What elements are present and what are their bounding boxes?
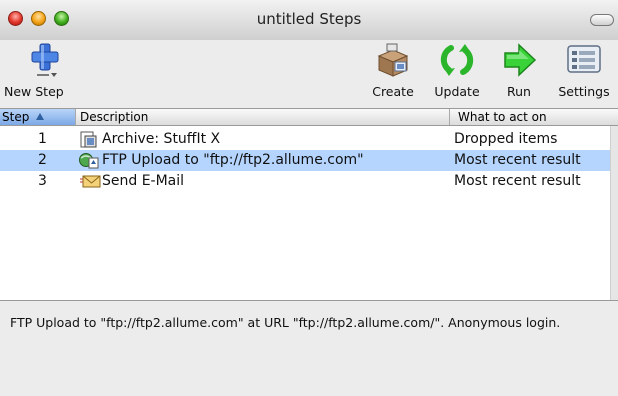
sort-ascending-icon — [36, 113, 45, 120]
steps-table: 1 Archive: StuffIt X Dropped items 2 FTP… — [0, 126, 610, 300]
step-target: Most recent result — [454, 173, 581, 189]
step-target: Dropped items — [454, 131, 558, 147]
step-description: Archive: StuffIt X — [102, 131, 221, 147]
window-title: untitled Steps — [256, 10, 362, 28]
table-scrollbar[interactable] — [610, 126, 618, 300]
update-button[interactable]: Update — [430, 42, 484, 99]
create-package-icon — [373, 42, 413, 78]
toolbar: New Step Create Update Run Settings — [0, 40, 618, 108]
step-description: Send E-Mail — [102, 173, 185, 189]
run-arrow-icon — [499, 42, 539, 78]
create-label: Create — [372, 84, 414, 99]
steps-table-header: Step Description What to act on — [0, 108, 618, 126]
toolbar-toggle-button[interactable] — [590, 14, 614, 26]
email-icon — [80, 174, 102, 196]
column-header-target[interactable]: What to act on — [450, 109, 618, 125]
title-bar[interactable]: untitled Steps — [0, 0, 618, 41]
column-header-description-label: Description — [80, 110, 149, 124]
update-label: Update — [434, 84, 480, 99]
step-description: FTP Upload to "ftp://ftp2.allume.com" — [102, 152, 364, 168]
settings-label: Settings — [558, 84, 610, 99]
step-details-text: FTP Upload to "ftp://ftp2.allume.com" at… — [10, 315, 561, 330]
create-button[interactable]: Create — [366, 42, 420, 99]
column-header-step[interactable]: Step — [0, 109, 76, 125]
step-number: 1 — [38, 131, 47, 147]
settings-button[interactable]: Settings — [552, 42, 616, 99]
column-header-step-label: Step — [2, 110, 30, 124]
table-row[interactable]: 1 Archive: StuffIt X Dropped items — [0, 129, 610, 150]
new-step-label: New Step — [4, 84, 64, 99]
column-header-target-label: What to act on — [458, 110, 547, 124]
run-button[interactable]: Run — [496, 42, 542, 99]
new-step-button[interactable]: New Step — [4, 42, 84, 99]
plus-icon — [24, 42, 64, 78]
step-target: Most recent result — [454, 152, 581, 168]
step-number: 3 — [38, 173, 47, 189]
step-number: 2 — [38, 152, 47, 168]
table-row[interactable]: 2 FTP Upload to "ftp://ftp2.allume.com" … — [0, 150, 610, 171]
run-label: Run — [507, 84, 531, 99]
column-header-description[interactable]: Description — [76, 109, 450, 125]
settings-list-icon — [564, 42, 604, 78]
steps-window: untitled Steps New Step Create Update Ru… — [0, 0, 618, 396]
step-details-pane: FTP Upload to "ftp://ftp2.allume.com" at… — [0, 300, 618, 396]
table-row[interactable]: 3 Send E-Mail Most recent result — [0, 171, 610, 192]
refresh-icon — [437, 42, 477, 78]
